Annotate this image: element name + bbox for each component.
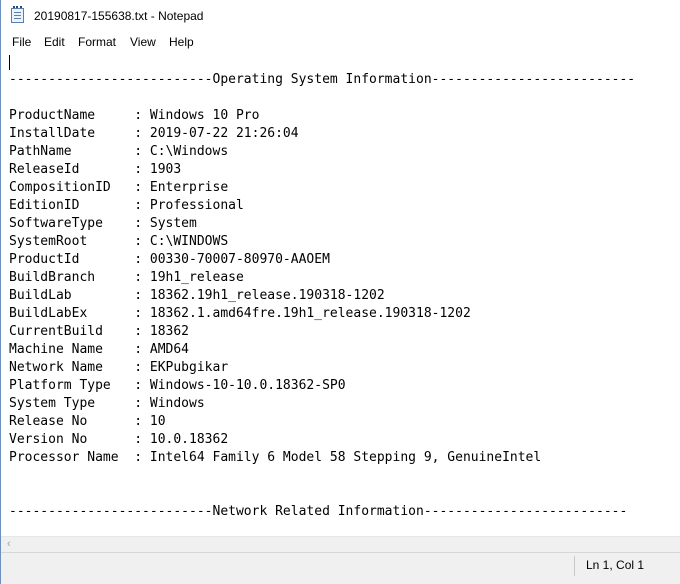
text-line: EditionID : Professional	[9, 198, 244, 213]
text-line: ReleaseId : 1903	[9, 162, 182, 177]
text-line: CompositionID : Enterprise	[9, 180, 229, 195]
text-line: Version No : 10.0.18362	[9, 432, 229, 447]
text-caret	[9, 55, 10, 70]
notepad-icon	[11, 6, 24, 23]
text-line: CurrentBuild : 18362	[9, 324, 190, 339]
section-header-network: --------------------------Network Relate…	[9, 504, 628, 519]
cursor-position: Ln 1, Col 1	[586, 558, 645, 572]
text-line: SoftwareType : System	[9, 216, 197, 231]
menu-bar: File Edit Format View Help	[1, 32, 680, 53]
status-bar: Ln 1, Col 1	[1, 552, 680, 584]
menu-help[interactable]: Help	[169, 35, 194, 49]
text-line: ProductId : 00330-70007-80970-AAOEM	[9, 252, 330, 267]
text-line: InstallDate : 2019-07-22 21:26:04	[9, 126, 299, 141]
text-line: BuildBranch : 19h1_release	[9, 270, 244, 285]
menu-view[interactable]: View	[130, 35, 156, 49]
text-line: Release No : 10	[9, 414, 166, 429]
status-divider	[574, 556, 575, 576]
text-line: Network Name : EKPubgikar	[9, 360, 229, 375]
notepad-window: 20190817-155638.txt - Notepad File Edit …	[0, 0, 680, 584]
text-line: BuildLab : 18362.19h1_release.190318-120…	[9, 288, 385, 303]
text-line: Machine Name : AMD64	[9, 342, 190, 357]
text-line: SystemRoot : C:\WINDOWS	[9, 234, 229, 249]
text-line: ProductName : Windows 10 Pro	[9, 108, 260, 123]
menu-edit[interactable]: Edit	[44, 35, 65, 49]
text-line: BuildLabEx : 18362.1.amd64fre.19h1_relea…	[9, 306, 471, 321]
horizontal-scrollbar[interactable]: ‹	[1, 536, 680, 553]
window-title: 20190817-155638.txt - Notepad	[34, 9, 204, 23]
text-line: Processor Name : Intel64 Family 6 Model …	[9, 450, 542, 465]
text-line: PathName : C:\Windows	[9, 144, 229, 159]
menu-file[interactable]: File	[12, 35, 31, 49]
title-bar[interactable]: 20190817-155638.txt - Notepad	[1, 0, 680, 32]
section-header-os: --------------------------Operating Syst…	[9, 72, 636, 87]
scroll-left-arrow-icon[interactable]: ‹	[7, 538, 11, 550]
text-line: System Type : Windows	[9, 396, 205, 411]
text-line: Platform Type : Windows-10-10.0.18362-SP…	[9, 378, 346, 393]
menu-format[interactable]: Format	[78, 35, 116, 49]
